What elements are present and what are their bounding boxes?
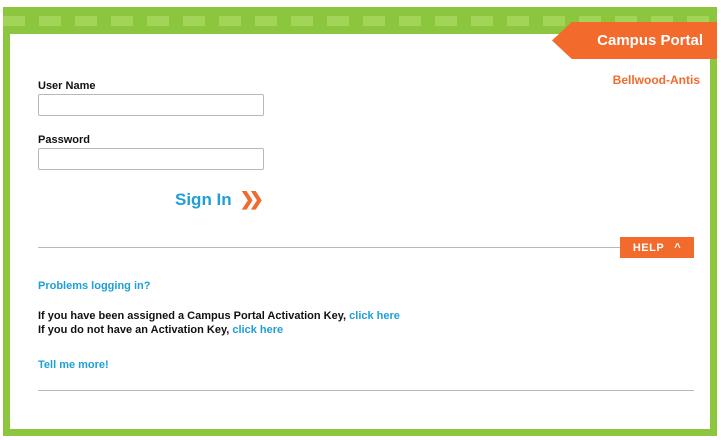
activation-none-link[interactable]: click here: [232, 324, 283, 336]
bottom-divider: [38, 390, 694, 391]
portal-title-ribbon: Campus Portal: [552, 22, 717, 59]
activation-none-text: If you do not have an Activation Key,: [38, 324, 230, 336]
problems-logging-in-link[interactable]: Problems logging in?: [38, 280, 150, 292]
district-name: Bellwood-Antis: [612, 73, 700, 87]
sign-in-label: Sign In: [175, 189, 232, 209]
chevron-up-icon: ^: [674, 241, 682, 254]
activation-none-row: If you do not have an Activation Key, cl…: [38, 324, 283, 336]
login-panel: Campus Portal Bellwood-Antis User Name P…: [3, 7, 717, 436]
password-label: Password: [38, 134, 90, 146]
activation-assigned-text: If you have been assigned a Campus Porta…: [38, 310, 347, 322]
tell-me-more-link[interactable]: Tell me more!: [38, 359, 109, 371]
help-toggle-button[interactable]: HELP ^: [620, 237, 694, 258]
username-input[interactable]: [38, 94, 264, 116]
double-chevron-right-icon: ❯❯: [239, 189, 264, 209]
help-button-label: HELP: [632, 241, 665, 254]
portal-title: Campus Portal: [597, 32, 703, 49]
sign-in-button[interactable]: Sign In ❯❯: [175, 189, 264, 210]
activation-assigned-row: If you have been assigned a Campus Porta…: [38, 310, 400, 322]
activation-assigned-link[interactable]: click here: [349, 310, 400, 322]
password-input[interactable]: [38, 148, 264, 170]
username-label: User Name: [38, 80, 96, 92]
help-divider: [38, 247, 620, 248]
